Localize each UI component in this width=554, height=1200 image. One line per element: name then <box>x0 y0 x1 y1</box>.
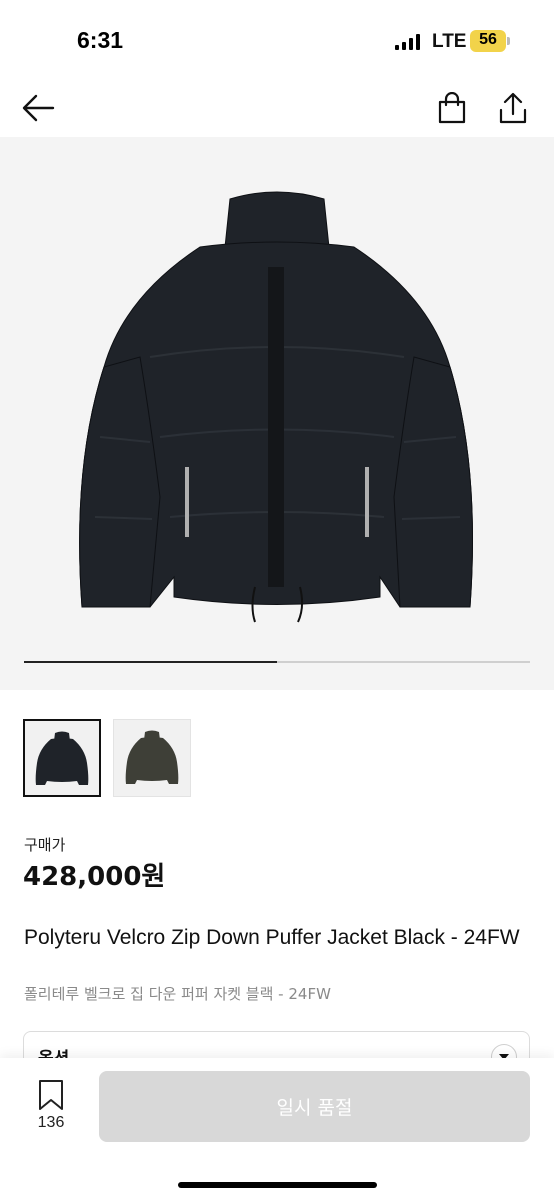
carousel-progress-fill <box>24 661 277 663</box>
product-image-carousel[interactable] <box>0 137 554 690</box>
home-indicator <box>178 1182 377 1188</box>
status-bar: 6:31 LTE 56 <box>0 0 554 84</box>
wishlist-count: 136 <box>37 1114 65 1131</box>
thumbnail-olive[interactable] <box>113 719 191 797</box>
shopping-bag-icon <box>438 92 466 124</box>
price-label: 구매가 <box>24 836 66 854</box>
wishlist-button[interactable]: 136 <box>27 1078 75 1138</box>
status-time: 6:31 <box>77 27 124 53</box>
product-subtitle: 폴리테루 벨크로 집 다운 퍼퍼 자켓 블랙 - 24FW <box>24 985 331 1003</box>
battery-level: 56 <box>479 31 497 48</box>
thumbnail-black[interactable] <box>23 719 101 797</box>
thumbnail-black-image <box>35 731 89 785</box>
top-nav <box>0 84 554 136</box>
battery-icon: 56 <box>470 30 510 52</box>
bookmark-icon <box>39 1080 63 1110</box>
network-label: LTE <box>432 31 467 52</box>
product-title: Polyteru Velcro Zip Down Puffer Jacket B… <box>24 926 520 949</box>
cart-button[interactable] <box>432 88 472 128</box>
thumbnail-list <box>23 719 191 797</box>
bottom-action-bar: 136 일시 품절 <box>0 1058 554 1200</box>
thumbnail-olive-image <box>125 730 179 784</box>
product-image <box>79 191 473 623</box>
back-button[interactable] <box>18 88 58 128</box>
signal-icon <box>395 34 420 50</box>
share-icon <box>499 92 527 124</box>
product-price: 428,000원 <box>23 862 166 892</box>
arrow-left-icon <box>22 94 55 122</box>
sold-out-button[interactable]: 일시 품절 <box>99 1071 530 1142</box>
share-button[interactable] <box>493 88 533 128</box>
carousel-progress <box>24 661 530 663</box>
